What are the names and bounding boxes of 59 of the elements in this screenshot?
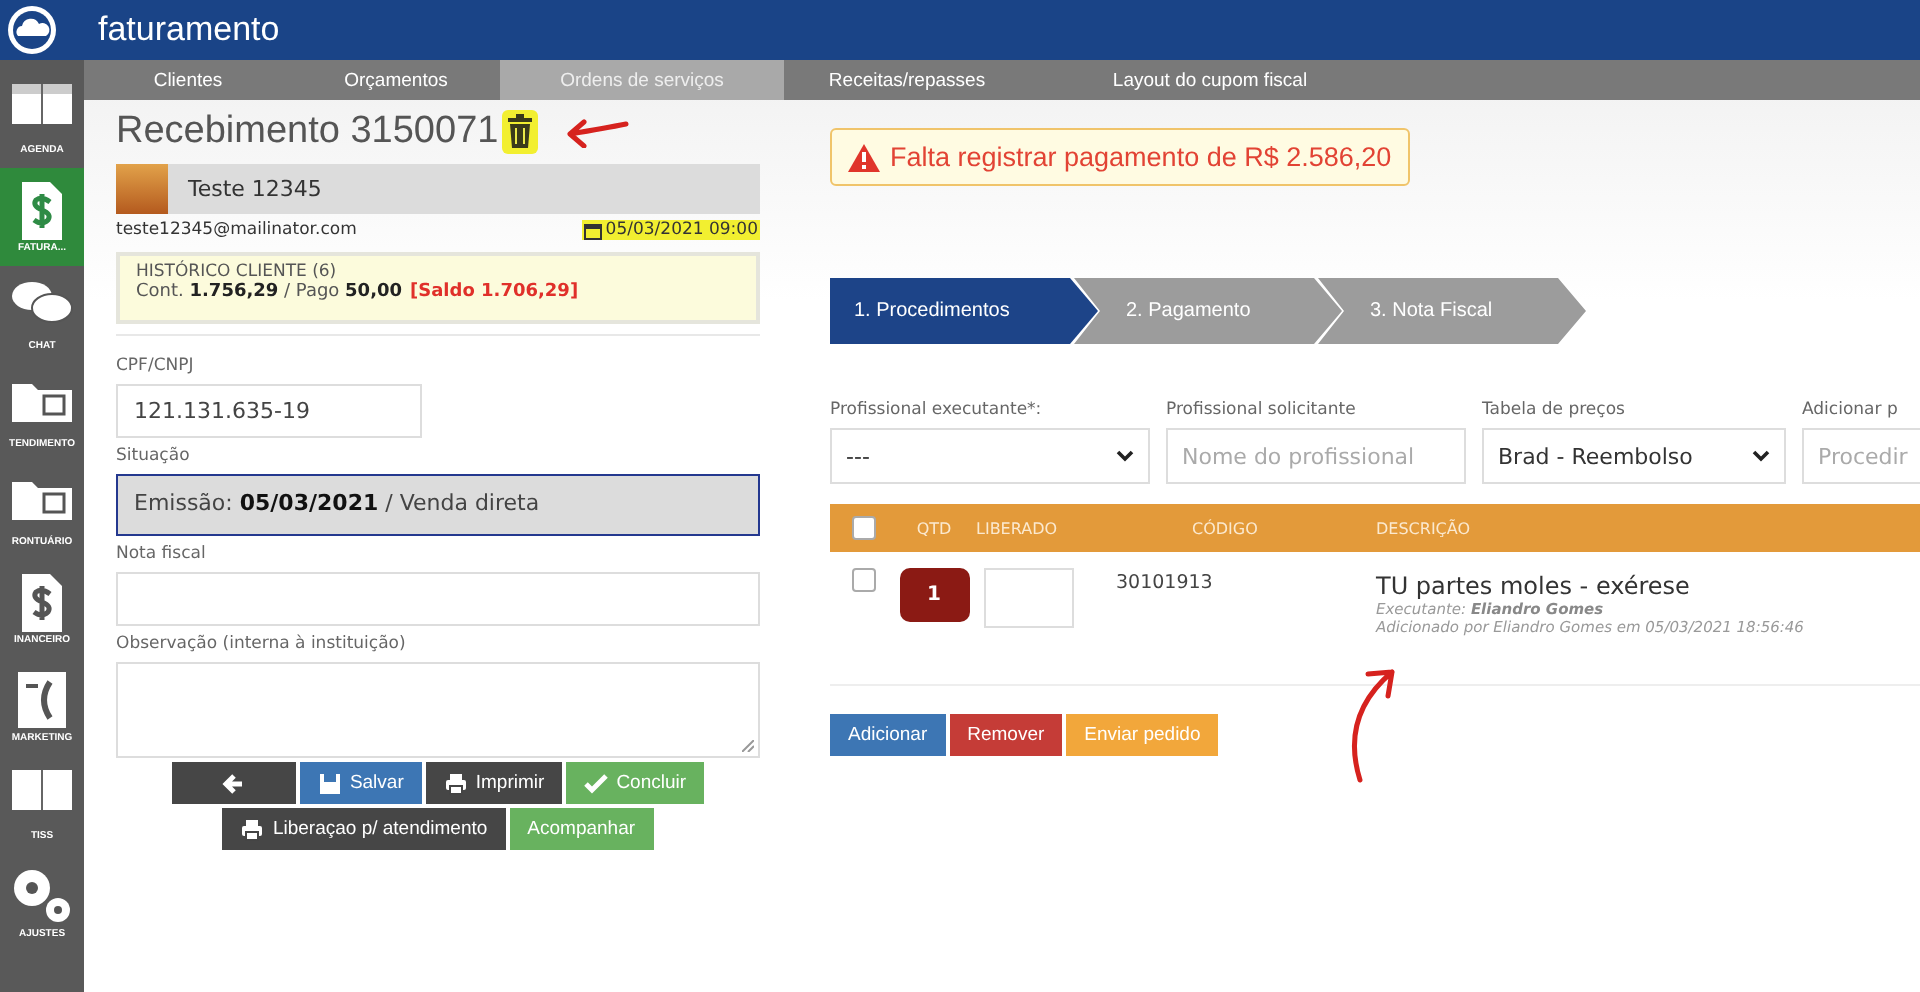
input-field[interactable]: 121.131.635-19 xyxy=(116,384,422,438)
chevron-down-icon xyxy=(1752,450,1770,462)
action-button[interactable]: Salvar xyxy=(299,762,422,804)
balance-text: [Saldo 1.706,29] xyxy=(410,282,579,302)
status-field[interactable]: Emissão: 05/03/2021 / Venda direta xyxy=(116,474,760,536)
input-field[interactable]: Nome do profissional xyxy=(1166,428,1466,484)
tab[interactable]: Layout do cupom fiscal xyxy=(1030,60,1390,100)
field-label: Observação (interna à instituição) xyxy=(116,634,408,654)
gears-icon xyxy=(10,866,74,926)
field-label: Profissional solicitante xyxy=(1166,400,1358,420)
tab[interactable]: Receitas/repasses xyxy=(784,60,1030,100)
action-button[interactable]: Adicionar xyxy=(830,714,946,756)
app-title: faturamento xyxy=(98,10,280,50)
released-input[interactable] xyxy=(984,568,1074,628)
textarea-field[interactable] xyxy=(116,662,760,758)
client-email: teste12345@mailinator.com xyxy=(116,220,357,240)
check-icon xyxy=(584,771,609,795)
client-name: Teste 12345 xyxy=(188,176,322,202)
back-arrow-icon xyxy=(221,771,246,795)
checkbox[interactable] xyxy=(852,516,876,540)
field-label: Tabela de preços xyxy=(1482,400,1627,420)
select-field[interactable]: --- xyxy=(830,428,1150,484)
date-text: 05/03/2021 09:00 xyxy=(605,220,758,240)
warning-icon xyxy=(848,143,880,171)
field-label: Situação xyxy=(116,446,192,466)
action-button[interactable]: Imprimir xyxy=(425,762,563,804)
quantity-badge: 1 xyxy=(899,568,969,622)
trash-icon[interactable] xyxy=(502,110,539,154)
column-header: LIBERADO xyxy=(976,519,1060,537)
field-label: Profissional executante*: xyxy=(830,400,1044,420)
checkbox[interactable] xyxy=(852,568,876,592)
printer-icon xyxy=(240,817,265,841)
field-label: Adicionar p xyxy=(1802,400,1900,420)
annotation-arrow xyxy=(562,116,631,148)
receipt-title: Recebimento 3150071 xyxy=(116,110,499,154)
input-field[interactable]: Procedir xyxy=(1802,428,1920,484)
alert-text: Falta registrar pagamento de R$ 2.586,20 xyxy=(890,142,1392,172)
action-button[interactable]: Liberaçao p/ atendimento xyxy=(222,808,506,850)
calendar-icon xyxy=(583,221,602,239)
resize-grip-icon xyxy=(742,740,754,752)
column-header: QTD xyxy=(914,519,954,537)
code-cell-text: 30101913 xyxy=(1114,570,1215,594)
printer-icon xyxy=(443,771,468,795)
action-button[interactable]: Remover xyxy=(949,714,1063,756)
chevron-down-icon xyxy=(1116,450,1134,462)
column-header: DESCRIÇÃO xyxy=(1376,519,1473,537)
history-summary: Cont. 1.756,29 / Pago 50,00 xyxy=(136,282,403,302)
tab[interactable]: Clientes xyxy=(84,60,292,100)
field-label: CPF/CNPJ xyxy=(116,356,196,376)
history-title: HISTÓRICO CLIENTE (6) xyxy=(136,262,339,282)
input-field[interactable] xyxy=(116,572,760,626)
photo-placeholder xyxy=(116,164,168,214)
step-tab[interactable]: 1. Procedimentos xyxy=(830,278,1098,344)
select-field[interactable]: Brad - Reembolso xyxy=(1482,428,1786,484)
field-label: Nota fiscal xyxy=(116,544,208,564)
back-button[interactable] xyxy=(171,762,296,804)
procedure-name: TU partes moles - exérese xyxy=(1376,572,1692,600)
tab[interactable]: Orçamentos xyxy=(292,60,500,100)
column-header: CÓDIGO xyxy=(1190,519,1260,537)
